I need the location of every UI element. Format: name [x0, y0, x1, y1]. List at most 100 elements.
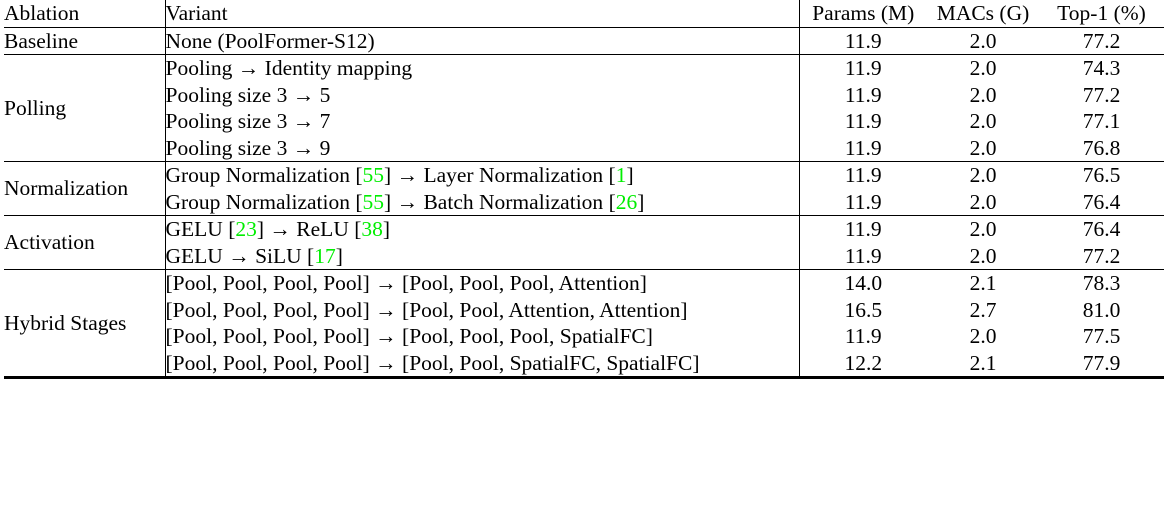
- citation-number[interactable]: 38: [361, 217, 383, 241]
- params-value: 11.9: [844, 56, 882, 80]
- variant-text-segment: GELU: [165, 217, 229, 241]
- variant-text-segment: Group Normalization: [165, 189, 356, 214]
- citation-bracket-open: [: [608, 163, 616, 187]
- variant-text: GELU → SiLU [17]: [166, 243, 799, 270]
- citation-number[interactable]: 55: [363, 163, 385, 187]
- variant-text: Group Normalization [55] → Layer Normali…: [166, 162, 799, 189]
- variant-text-segment: GELU → SiLU: [165, 243, 308, 268]
- top1-value: 74.3: [1082, 56, 1121, 80]
- variant-text-segment: Pooling size 3 → 5: [165, 82, 331, 107]
- citation-bracket-close: ]: [256, 217, 265, 241]
- variant-text: Pooling size 3 → 5: [166, 82, 799, 109]
- citation-number[interactable]: 23: [235, 217, 257, 241]
- macs-value: 2.0: [969, 189, 997, 214]
- variant-text: Pooling → Identity mapping: [166, 55, 799, 82]
- bottom-rule-cell: [4, 376, 165, 380]
- variant-text-segment: Group Normalization: [165, 163, 356, 187]
- column-header-top1: Top-1 (%): [1057, 1, 1146, 25]
- macs-value-group: 2.0: [927, 26, 1039, 55]
- variant-text: None (PoolFormer-S12): [166, 28, 799, 55]
- bottom-rule-cell: [165, 376, 799, 380]
- ablation-table-page: Ablation Variant Params (M) MACs (G) Top…: [0, 0, 1170, 514]
- macs-value: 2.0: [969, 109, 997, 133]
- top1-value-group: 74.3 77.2 77.1 76.8: [1039, 54, 1164, 162]
- variant-text-segment: None (PoolFormer-S12): [165, 28, 375, 53]
- variant-text-segment: Pooling size 3 → 9: [165, 135, 331, 160]
- macs-value: 2.0: [969, 324, 997, 348]
- column-header-macs: MACs (G): [936, 1, 1030, 25]
- params-value: 11.9: [844, 135, 882, 160]
- citation-bracket-open: [: [355, 189, 363, 214]
- macs-value: 2.0: [969, 28, 997, 53]
- table-body: Baseline None (PoolFormer-S12) 11.9 2.0 77.2…: [4, 26, 1164, 380]
- ablation-group-label: Normalization: [4, 161, 165, 216]
- top1-value: 78.3: [1082, 271, 1121, 295]
- macs-value-group: 2.0 2.0: [927, 161, 1039, 216]
- variant-text: Pooling size 3 → 9: [166, 135, 799, 162]
- params-value: 11.9: [844, 28, 882, 53]
- macs-value-group: 2.0 2.0 2.0 2.0: [927, 54, 1039, 162]
- top1-value: 76.4: [1082, 217, 1121, 241]
- variant-text-segment: → ReLU: [264, 217, 355, 241]
- citation-number[interactable]: 1: [616, 163, 627, 187]
- ablation-group-label: Hybrid Stages: [4, 269, 165, 378]
- macs-value: 2.0: [969, 217, 997, 241]
- params-value-group: 11.9 11.9 11.9 11.9: [798, 54, 927, 162]
- params-value-group: 11.9: [798, 26, 927, 55]
- column-header-ablation: Ablation: [4, 1, 80, 25]
- header-row: Ablation Variant Params (M) MACs (G) Top…: [4, 0, 1164, 27]
- variant-group-cell: [Pool, Pool, Pool, Pool] → [Pool, Pool, …: [164, 269, 799, 378]
- citation-bracket-close: ]: [626, 163, 634, 187]
- variant-group-cell: None (PoolFormer-S12): [164, 26, 799, 55]
- top1-value-group: 78.3 81.0 77.5 77.9: [1039, 269, 1164, 378]
- macs-value: 2.0: [969, 56, 997, 80]
- macs-value: 2.0: [969, 163, 997, 187]
- params-value: 16.5: [844, 297, 883, 322]
- variant-text-segment: Pooling size 3 → 7: [165, 109, 331, 133]
- citation-number[interactable]: 26: [616, 190, 638, 214]
- top1-value-group: 77.2: [1039, 26, 1164, 55]
- top1-value: 77.2: [1082, 28, 1121, 53]
- citation-number[interactable]: 17: [314, 244, 336, 268]
- top1-value-group: 76.4 77.2: [1039, 215, 1164, 270]
- citation-bracket-close: ]: [382, 217, 391, 241]
- params-value: 14.0: [844, 271, 883, 295]
- table-section-row: Polling Pooling → Identity mapping Pooling…: [4, 54, 1164, 162]
- ablation-group-label: Activation: [4, 215, 165, 270]
- column-header-params: Params (M): [798, 0, 927, 27]
- variant-text-segment: [Pool, Pool, Pool, Pool] → [Pool, Pool, …: [165, 324, 653, 348]
- citation-number[interactable]: 55: [363, 190, 385, 214]
- bottom-rule-cell: [927, 376, 1039, 380]
- bottom-rule-cell: [799, 376, 927, 380]
- variant-text-segment: [Pool, Pool, Pool, Pool] → [Pool, Pool, …: [165, 271, 647, 295]
- ablation-group-label: Polling: [4, 54, 165, 162]
- ablation-group-label: Baseline: [4, 26, 165, 55]
- variant-text-segment: → Batch Normalization: [391, 189, 609, 214]
- top1-value: 76.4: [1082, 189, 1121, 214]
- top1-value: 76.5: [1082, 163, 1121, 187]
- table-bottom-rule: [4, 376, 1164, 380]
- params-value-group: 14.0 16.5 11.9 12.2: [798, 269, 927, 378]
- params-value: 12.2: [844, 350, 883, 375]
- table-section-row: Hybrid Stages [Pool, Pool, Pool, Pool] → …: [4, 269, 1164, 378]
- variant-text: [Pool, Pool, Pool, Pool] → [Pool, Pool, …: [166, 297, 799, 324]
- top1-value: 77.2: [1082, 82, 1121, 107]
- macs-value: 2.0: [969, 243, 997, 268]
- variant-group-cell: GELU [23] → ReLU [38] GELU → SiLU [17]: [164, 215, 799, 270]
- variant-text: Pooling size 3 → 7: [166, 108, 799, 135]
- macs-value-group: 2.0 2.0: [927, 215, 1039, 270]
- variant-text-segment: Pooling → Identity mapping: [165, 56, 413, 80]
- variant-group-cell: Pooling → Identity mapping Pooling size 3…: [164, 54, 799, 162]
- table-header: Ablation Variant Params (M) MACs (G) Top…: [4, 0, 1164, 27]
- params-value: 11.9: [844, 243, 882, 268]
- params-value-group: 11.9 11.9: [798, 215, 927, 270]
- macs-value-group: 2.1 2.7 2.0 2.1: [927, 269, 1039, 378]
- params-value: 11.9: [844, 217, 882, 241]
- variant-text-segment: → Layer Normalization: [391, 163, 609, 187]
- top1-value: 81.0: [1082, 297, 1121, 322]
- variant-group-cell: Group Normalization [55] → Layer Normali…: [164, 161, 799, 216]
- citation-bracket-close: ]: [637, 189, 645, 214]
- params-value: 11.9: [844, 324, 882, 348]
- bottom-rule-cell: [1039, 376, 1164, 380]
- citation-bracket-close: ]: [335, 243, 343, 268]
